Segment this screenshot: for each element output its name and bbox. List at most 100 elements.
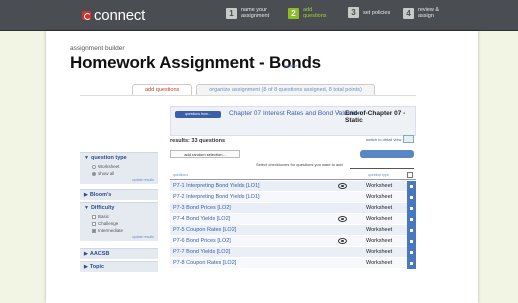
update-results-link[interactable]: update results — [80, 177, 158, 184]
preview-eye-icon[interactable] — [338, 183, 347, 189]
step-number: 3 — [348, 7, 359, 18]
tab-add-questions[interactable]: add questions — [132, 84, 193, 95]
table-row[interactable]: P7-3 Bond Prices [LO2] Worksheet — [170, 203, 416, 214]
tab-divider — [80, 95, 416, 96]
questions-table-body: P7-1 Interpreting Bond Yields [LO1] Work… — [170, 181, 416, 269]
question-link[interactable]: P7-1 Interpreting Bond Yields [LO1] — [173, 183, 260, 189]
step-label: name your assignment — [241, 7, 270, 19]
filter-title: Difficulty — [90, 205, 115, 211]
table-row[interactable]: P7-7 Bond Yields [LO2] Worksheet — [170, 247, 416, 258]
add-question-button[interactable] — [407, 236, 416, 247]
questions-from-button[interactable]: questions from... — [175, 111, 221, 118]
checkbox[interactable] — [92, 221, 96, 226]
step-set-policies[interactable]: 3 set policies — [348, 7, 397, 18]
option-label: Basic — [98, 214, 110, 219]
option-label: show all — [98, 171, 115, 176]
search-questions-button[interactable] — [360, 150, 414, 158]
table-row[interactable]: P7-4 Bond Yields [LO2] Worksheet — [170, 214, 416, 225]
step-number: 2 — [288, 7, 299, 19]
filter-heading[interactable]: ▼ question type — [80, 153, 158, 163]
filter-question-type: ▼ question type Worksheet show all update… — [80, 152, 158, 184]
question-type: Worksheet — [366, 227, 393, 233]
question-type: Worksheet — [366, 260, 393, 266]
step-label: review & assign — [418, 7, 440, 19]
column-header-questions: questions — [173, 173, 188, 177]
results-count: results: 33 questions — [170, 138, 226, 144]
question-type: Worksheet — [366, 249, 393, 255]
step-name-assignment[interactable]: 1 name your assignment — [226, 7, 275, 19]
connect-logo-icon — [82, 10, 91, 20]
chevron-right-icon: ▶ — [84, 192, 88, 198]
filter-heading[interactable]: ▶ AACSB — [80, 249, 158, 259]
question-link[interactable]: P7-5 Coupon Rates [LO2] — [173, 227, 236, 233]
filter-topic[interactable]: ▶ Topic — [80, 261, 158, 272]
update-results-link[interactable]: update results — [80, 234, 158, 241]
filter-option[interactable]: Basic — [80, 213, 158, 220]
breadcrumb: assignment builder — [70, 45, 125, 52]
add-question-button[interactable] — [407, 258, 416, 269]
question-type: Worksheet — [366, 183, 393, 189]
chevron-down-icon: ▼ — [84, 155, 89, 161]
chevron-right-icon: ▶ — [84, 251, 88, 257]
add-question-button[interactable] — [407, 225, 416, 236]
filter-title: Bloom's — [89, 192, 112, 198]
filter-title: Topic — [89, 264, 105, 270]
breadcrumb-separator: > — [337, 110, 341, 116]
question-link[interactable]: P7-6 Bond Prices [LO2] — [173, 238, 231, 244]
question-type: Worksheet — [366, 216, 393, 222]
step-review-assign[interactable]: 4 review & assign — [403, 7, 452, 19]
preview-eye-icon[interactable] — [338, 216, 347, 222]
radio-button[interactable] — [92, 171, 96, 176]
filter-option[interactable]: Intermediate — [80, 227, 158, 234]
filter-blooms[interactable]: ▶ Bloom's — [80, 189, 158, 200]
select-note-underline — [350, 168, 414, 169]
rename-link[interactable]: rename — [284, 63, 298, 68]
filter-heading[interactable]: ▶ Bloom's — [80, 190, 158, 200]
question-link[interactable]: P7-8 Coupon Rates [LO2] — [173, 260, 236, 266]
add-question-button[interactable] — [407, 181, 416, 192]
filter-sidebar: ▼ question type Worksheet show all update… — [80, 152, 158, 303]
checkbox[interactable] — [92, 214, 96, 219]
switch-to-detail-view-link[interactable]: switch to detail view — [366, 137, 401, 142]
option-label: Intermediate — [98, 228, 124, 233]
table-row[interactable]: P7-6 Bond Prices [LO2] Worksheet — [170, 236, 416, 247]
filter-option[interactable]: Challenge — [80, 220, 158, 227]
question-type: Worksheet — [366, 205, 393, 211]
question-type: Worksheet — [366, 238, 393, 244]
table-row[interactable]: P7-8 Coupon Rates [LO2] Worksheet — [170, 258, 416, 269]
filter-option[interactable]: show all — [80, 170, 158, 177]
select-checkboxes-note: Select checkboxes for questions you want… — [256, 162, 343, 167]
filter-option[interactable]: Worksheet — [80, 163, 158, 170]
question-link[interactable]: P7-3 Bond Prices [LO2] — [173, 205, 231, 211]
preview-eye-icon[interactable] — [338, 238, 347, 244]
filter-heading[interactable]: ▼ Difficulty — [80, 203, 158, 213]
detail-view-icon[interactable] — [403, 135, 414, 143]
top-navigation-bar: connect 1 name your assignment 2 add que… — [0, 0, 518, 31]
add-question-button[interactable] — [407, 192, 416, 203]
radio-button[interactable] — [92, 164, 96, 169]
add-question-button[interactable] — [407, 214, 416, 225]
question-link[interactable]: P7-4 Bond Yields [LO2] — [173, 216, 230, 222]
checkbox[interactable] — [92, 228, 96, 233]
question-link[interactable]: P7-7 Bond Yields [LO2] — [173, 249, 230, 255]
table-row[interactable]: P7-5 Coupon Rates [LO2] Worksheet — [170, 225, 416, 236]
chevron-down-icon: ▼ — [84, 205, 89, 211]
step-add-questions[interactable]: 2 add questions — [288, 7, 337, 19]
filter-heading[interactable]: ▶ Topic — [80, 262, 158, 272]
question-link[interactable]: P7-2 Interpreting Bond Yields [LO1] — [173, 194, 260, 200]
table-row[interactable]: P7-2 Interpreting Bond Yields [LO1] Work… — [170, 192, 416, 203]
filter-title: question type — [90, 155, 127, 161]
add-question-button[interactable] — [407, 247, 416, 258]
select-all-checkbox[interactable] — [407, 172, 413, 178]
questions-table-header: questions question type — [170, 170, 416, 180]
add-random-selection-button[interactable]: add random selection... — [170, 150, 240, 158]
step-label: add questions — [303, 7, 327, 19]
brand-name: connect — [94, 6, 146, 24]
add-question-button[interactable] — [407, 203, 416, 214]
connect-logo[interactable]: connect — [82, 6, 145, 24]
table-row[interactable]: P7-1 Interpreting Bond Yields [LO1] Work… — [170, 181, 416, 192]
tab-organize-assignment[interactable]: organize assignment (8 of 8 questions as… — [196, 84, 375, 95]
question-type: Worksheet — [366, 194, 393, 200]
filter-aacsb[interactable]: ▶ AACSB — [80, 248, 158, 259]
step-label: set policies — [363, 9, 391, 16]
